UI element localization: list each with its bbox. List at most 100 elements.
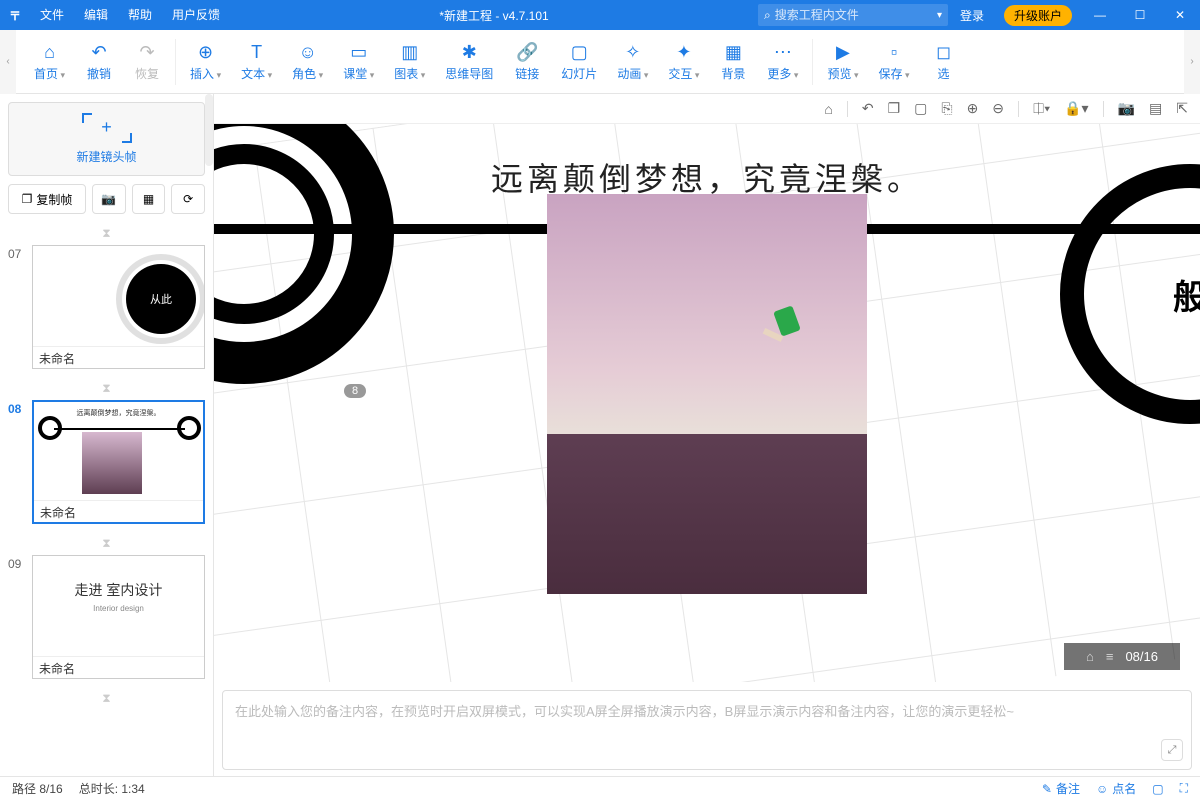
ribbon-预览[interactable]: ▶预览 — [817, 31, 868, 93]
选-icon: ◻ — [933, 41, 955, 63]
copy-frame-button[interactable]: ❐ 复制帧 — [8, 184, 86, 214]
hourglass-icon: ⧗ — [8, 377, 205, 400]
文本-icon: T — [246, 41, 268, 63]
status-fullscreen-icon[interactable]: ⛶ — [1180, 781, 1188, 796]
hourglass-icon: ⧗ — [8, 532, 205, 555]
交互-icon: ✦ — [673, 41, 695, 63]
恢复-icon: ↷ — [136, 41, 158, 63]
ribbon-保存[interactable]: ▫保存 — [869, 31, 920, 93]
更多-icon: ⋯ — [772, 41, 794, 63]
menu-edit[interactable]: 编辑 — [74, 0, 118, 30]
撤销-icon: ↶ — [88, 41, 110, 63]
notes-area[interactable]: 在此处输入您的备注内容，在预览时开启双屏模式，可以实现A屏全屏播放演示内容，B屏… — [222, 690, 1192, 770]
qr-icon: ▦ — [143, 192, 154, 206]
page-indicator: ⌂ ≡ 08/16 — [1064, 643, 1180, 670]
ribbon-scroll-right[interactable]: › — [1184, 30, 1200, 94]
图表-icon: ▥ — [399, 41, 421, 63]
ribbon-交互[interactable]: ✦交互 — [658, 31, 709, 93]
upgrade-button[interactable]: 升级账户 — [1004, 5, 1072, 26]
ribbon-幻灯片[interactable]: ▢幻灯片 — [551, 31, 607, 93]
refresh-icon: ⟳ — [183, 192, 193, 206]
hourglass-icon: ⧗ — [8, 222, 205, 245]
bar-small-icon[interactable]: ≡ — [1106, 649, 1114, 664]
ribbon-链接[interactable]: 🔗链接 — [503, 31, 551, 93]
ribbon-撤销[interactable]: ↶撤销 — [75, 31, 123, 93]
zoom-in-icon[interactable]: ⊕ — [967, 100, 979, 117]
minimize-button[interactable]: — — [1080, 0, 1120, 30]
幻灯片-icon: ▢ — [568, 41, 590, 63]
保存-icon: ▫ — [883, 41, 905, 63]
ribbon-首页[interactable]: ⌂首页 — [24, 31, 75, 93]
ribbon-课堂[interactable]: ▭课堂 — [333, 31, 384, 93]
ribbon-scroll-left[interactable]: ‹ — [0, 30, 16, 94]
plus-icon: + — [101, 117, 112, 138]
status-play-icon[interactable]: ▢ — [1152, 782, 1163, 796]
ribbon-选[interactable]: ◻选 — [920, 31, 968, 93]
notes-toggle-button[interactable]: ✎ 备注 — [1042, 780, 1080, 797]
slide-thumb-08[interactable]: 08 远离颠倒梦想，究竟涅槃。未命名 — [8, 400, 205, 524]
ribbon-插入[interactable]: ⊕插入 — [180, 31, 231, 93]
camera-button[interactable]: 📷 — [92, 184, 126, 214]
status-path: 路径 8/16 — [12, 780, 63, 797]
ribbon-动画[interactable]: ✧动画 — [607, 31, 658, 93]
login-button[interactable]: 登录 — [948, 7, 996, 24]
refresh-button[interactable]: ⟳ — [171, 184, 205, 214]
camera-icon: 📷 — [101, 192, 116, 206]
status-duration: 总时长: 1:34 — [79, 780, 145, 797]
app-logo-icon: 〒 — [0, 7, 30, 24]
home-icon[interactable]: ⌂ — [824, 101, 832, 117]
思维导图-icon: ✱ — [458, 41, 480, 63]
status-bar: 路径 8/16 总时长: 1:34 ✎ 备注 ☺ 点名 ▢ ⛶ — [0, 776, 1200, 800]
预览-icon: ▶ — [832, 41, 854, 63]
zoom-out-icon[interactable]: ⊖ — [992, 100, 1004, 117]
layers-icon[interactable]: ▤ — [1149, 100, 1162, 117]
maximize-button[interactable]: ☐ — [1120, 0, 1160, 30]
title-bar: 〒 文件 编辑 帮助 用户反馈 *新建工程 - v4.7.101 ⌕ ▾ 登录 … — [0, 0, 1200, 30]
slide-thumb-09[interactable]: 09 走进 室内设计Interior design未命名 — [8, 555, 205, 679]
marker-badge[interactable]: 8 — [344, 384, 366, 398]
snapshot-icon[interactable]: 📷 — [1118, 100, 1135, 117]
课堂-icon: ▭ — [348, 41, 370, 63]
search-box[interactable]: ⌕ ▾ — [758, 4, 948, 26]
chevron-down-icon[interactable]: ▾ — [937, 10, 942, 21]
canvas-area[interactable]: ‹ 般 远离颠倒梦想，究竟涅槃。 8 ⌂ ≡ 08/16 — [214, 124, 1200, 682]
ribbon-文本[interactable]: T文本 — [231, 31, 282, 93]
角色-icon: ☺ — [297, 41, 319, 63]
ribbon-toolbar: ‹ ⌂首页↶撤销↷恢复⊕插入T文本☺角色▭课堂▥图表✱思维导图🔗链接▢幻灯片✧动… — [0, 30, 1200, 94]
ribbon-图表[interactable]: ▥图表 — [384, 31, 435, 93]
rotate-left-icon[interactable]: ↶ — [862, 100, 874, 117]
home-small-icon[interactable]: ⌂ — [1086, 649, 1094, 664]
search-icon: ⌕ — [764, 8, 771, 23]
export-icon[interactable]: ⇱ — [1176, 100, 1188, 117]
search-input[interactable] — [775, 8, 933, 22]
menu-help[interactable]: 帮助 — [118, 0, 162, 30]
lock-icon[interactable]: 🔒▾ — [1064, 100, 1088, 117]
ribbon-恢复: ↷恢复 — [123, 31, 171, 93]
rollcall-button[interactable]: ☺ 点名 — [1096, 780, 1136, 797]
canvas-toolbar: ⌂ ↶ ❐ ▢ ⎘ ⊕ ⊖ ⎅▾ 🔒▾ 📷 ▤ ⇱ — [214, 94, 1200, 124]
side-scrollbar[interactable] — [205, 94, 213, 166]
new-frame-button[interactable]: + 新建镜头帧 — [8, 102, 205, 176]
align-icon[interactable]: ⎅▾ — [1033, 100, 1050, 117]
close-button[interactable]: ✕ — [1160, 0, 1200, 30]
slide-thumb-07[interactable]: 07 从此未命名 — [8, 245, 205, 369]
notes-placeholder: 在此处输入您的备注内容，在预览时开启双屏模式，可以实现A屏全屏播放演示内容，B屏… — [235, 704, 1014, 719]
ribbon-角色[interactable]: ☺角色 — [282, 31, 333, 93]
slide-thumbnails: ⧗ 07 从此未命名 ⧗ 08 远离颠倒梦想，究竟涅槃。未命名 ⧗ 09 走进 … — [0, 222, 213, 776]
copy-icon[interactable]: ❐ — [888, 100, 901, 117]
qr-button[interactable]: ▦ — [132, 184, 166, 214]
paste-icon[interactable]: ▢ — [914, 100, 927, 117]
插入-icon: ⊕ — [195, 41, 217, 63]
ribbon-思维导图[interactable]: ✱思维导图 — [435, 31, 503, 93]
expand-notes-button[interactable]: ⤢ — [1161, 739, 1183, 761]
链接-icon: 🔗 — [516, 41, 538, 63]
hourglass-icon: ⧗ — [8, 687, 205, 710]
clipboard-icon[interactable]: ⎘ — [941, 100, 952, 117]
side-panel: + 新建镜头帧 ❐ 复制帧 📷 ▦ ⟳ ⧗ 07 从此未命名 ⧗ 08 远离颠倒… — [0, 94, 214, 776]
ribbon-背景[interactable]: ▦背景 — [709, 31, 757, 93]
menu-feedback[interactable]: 用户反馈 — [162, 0, 230, 30]
动画-icon: ✧ — [622, 41, 644, 63]
slide-image[interactable] — [547, 194, 867, 594]
menu-file[interactable]: 文件 — [30, 0, 74, 30]
ribbon-更多[interactable]: ⋯更多 — [757, 31, 808, 93]
